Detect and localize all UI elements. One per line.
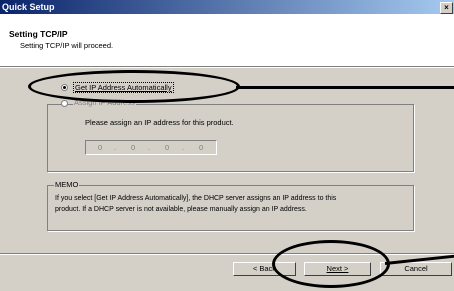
wizard-header: Setting TCP/IP Setting TCP/IP will proce… xyxy=(0,14,454,67)
next-button[interactable]: Next > xyxy=(304,262,371,276)
back-button[interactable]: < Back xyxy=(233,262,296,276)
assign-ip-instruction: Please assign an IP address for this pro… xyxy=(85,118,234,127)
close-button[interactable]: × xyxy=(440,2,453,14)
title-bar: Quick Setup × xyxy=(0,0,454,14)
auto-ip-label[interactable]: Get IP Address Automatically xyxy=(73,82,174,93)
ip-octet-3: 0 xyxy=(165,143,170,152)
annotation-line-auto-ip xyxy=(236,86,454,89)
memo-line-2: product. If a DHCP server is not availab… xyxy=(55,206,307,213)
close-icon: × xyxy=(444,3,449,12)
page-subtitle: Setting TCP/IP will proceed. xyxy=(20,41,114,50)
back-button-label: < Back xyxy=(252,264,277,273)
ip-address-field[interactable]: 0 . 0 . 0 . 0 xyxy=(85,140,217,155)
ip-octet-4: 0 xyxy=(199,143,204,152)
ip-dot: . xyxy=(148,143,151,152)
cancel-button-label: Cancel xyxy=(404,264,428,273)
memo-line-1: If you select [Get IP Address Automatica… xyxy=(55,195,337,202)
memo-title: MEMO xyxy=(54,180,80,189)
next-button-label: Next > xyxy=(326,264,349,273)
assign-ip-label[interactable]: Assign IP Address xyxy=(73,98,136,107)
memo-text: If you select [Get IP Address Automatica… xyxy=(55,193,415,215)
page-title: Setting TCP/IP xyxy=(9,29,68,39)
header-divider xyxy=(0,67,454,68)
ip-dot: . xyxy=(114,143,117,152)
ip-dot: . xyxy=(182,143,185,152)
cancel-button[interactable]: Cancel xyxy=(380,262,452,276)
ip-octet-2: 0 xyxy=(131,143,136,152)
assign-ip-group xyxy=(47,104,414,172)
auto-ip-label-text: Get IP Address Automatically xyxy=(75,83,172,92)
assign-ip-radio[interactable] xyxy=(61,100,68,107)
ip-octet-1: 0 xyxy=(98,143,103,152)
assign-ip-label-text: Assign IP Address xyxy=(74,98,135,107)
footer-divider-highlight xyxy=(0,254,454,255)
window-title: Quick Setup xyxy=(2,2,55,12)
auto-ip-radio[interactable] xyxy=(61,84,68,91)
